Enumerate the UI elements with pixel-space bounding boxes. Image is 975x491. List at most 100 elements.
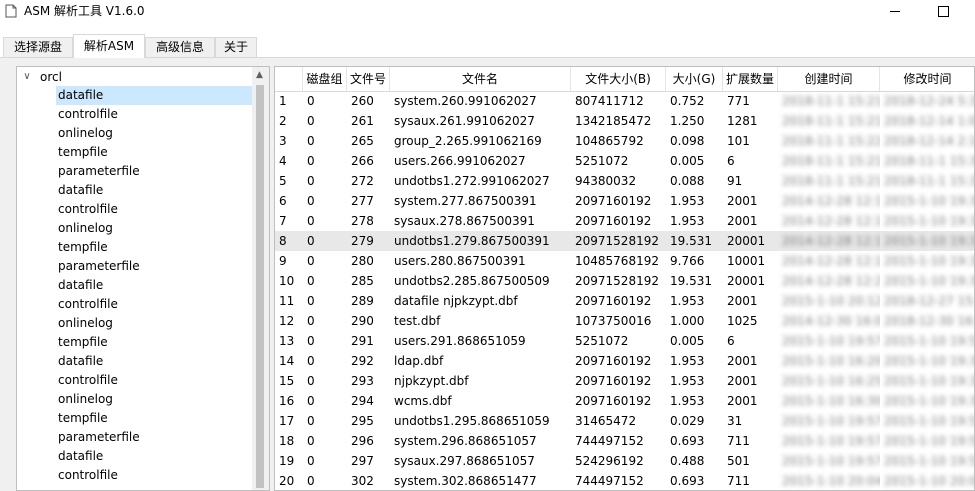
tree-item-datafile[interactable]: datafile <box>56 447 252 466</box>
tree-scrollbar[interactable]: ▲ <box>252 67 269 490</box>
row-number: 13 <box>279 334 295 348</box>
table-row[interactable]: 19 0 297 sysaux.297.868651057 524296192 0.488… <box>275 451 974 471</box>
cell-size-gb: 0.752 <box>670 94 705 108</box>
tree-item-datafile[interactable]: datafile <box>56 86 252 105</box>
cell-disk-group: 0 <box>307 474 315 488</box>
table-row[interactable]: 3 0 265 group_2.265.991062169 104865792 0.098… <box>275 131 974 151</box>
tree-item-controlfile[interactable]: controlfile <box>56 295 252 314</box>
column-header-file-size-bytes[interactable]: 文件大小(B) <box>571 67 666 91</box>
cell-size-gb: 0.488 <box>670 454 705 468</box>
tab-parse-asm[interactable]: 解析ASM <box>73 34 145 58</box>
tree-root-node[interactable]: ∨ orcl <box>20 68 62 86</box>
cell-file-name: sysaux.261.991062027 <box>394 114 535 128</box>
cell-file-size-bytes: 31465472 <box>575 414 637 428</box>
tree-item-datafile[interactable]: datafile <box>56 181 252 200</box>
asm-file-table[interactable]: 磁盘组 文件号 文件名 文件大小(B) 大小(G) 扩展数量 创建时间 修改时间 1 0 260 s… <box>274 66 975 491</box>
cell-file-size-bytes: 807411712 <box>575 94 644 108</box>
cell-file-size-bytes: 20971528192 <box>575 274 659 288</box>
column-header-extent-count[interactable]: 扩展数量 <box>723 67 778 91</box>
cell-file-number: 294 <box>351 394 374 408</box>
maximize-button[interactable] <box>920 0 966 22</box>
cell-created-time: 2015-1-10 20:04:37 <box>782 474 880 488</box>
tab-advanced-info[interactable]: 高级信息 <box>145 37 215 57</box>
tree-item-tempfile[interactable]: tempfile <box>56 143 252 162</box>
table-row[interactable]: 2 0 261 sysaux.261.991062027 1342185472 1.250… <box>275 111 974 131</box>
title-bar: ASM 解析工具 V1.6.0 <box>0 0 975 22</box>
row-number: 2 <box>279 114 287 128</box>
column-header-file-name[interactable]: 文件名 <box>390 67 571 91</box>
table-row[interactable]: 10 0 285 undotbs2.285.867500509 20971528192 1… <box>275 271 974 291</box>
table-row[interactable]: 4 0 266 users.266.991062027 5251072 0.005 6 201… <box>275 151 975 171</box>
tree-item-controlfile[interactable]: controlfile <box>56 200 252 219</box>
cell-extent-count: 1025 <box>727 314 758 328</box>
cell-file-number: 260 <box>351 94 374 108</box>
tree-item-tempfile[interactable]: tempfile <box>56 238 252 257</box>
table-row[interactable]: 5 0 272 undotbs1.272.991062027 94380032 0.088… <box>275 171 974 191</box>
cell-extent-count: 501 <box>727 454 750 468</box>
table-row[interactable]: 12 0 290 test.dbf 1073750016 1.000 1025 2014-12… <box>275 311 974 331</box>
table-row[interactable]: 6 0 277 system.277.867500391 2097160192 1.953… <box>275 191 974 211</box>
column-header-size-gb[interactable]: 大小(G) <box>666 67 723 91</box>
tree-item-controlfile[interactable]: controlfile <box>56 466 252 485</box>
row-number: 8 <box>279 234 287 248</box>
cell-size-gb: 19.531 <box>670 274 712 288</box>
table-row[interactable]: 18 0 296 system.296.868651057 744497152 0.693… <box>275 431 974 451</box>
table-row[interactable]: 20 0 302 system.302.868651477 744497152 0.693… <box>275 471 974 490</box>
cell-created-time: 2014-12-28 12:19:51 <box>782 254 880 268</box>
cell-modified-time: 2015-1-10 19:30:12 <box>884 354 975 368</box>
cell-file-name: undotbs1.295.868651059 <box>394 414 550 428</box>
column-header-modified-time[interactable]: 修改时间 <box>880 67 974 91</box>
column-header-created-time[interactable]: 创建时间 <box>778 67 880 91</box>
cell-file-size-bytes: 2097160192 <box>575 194 652 208</box>
table-row[interactable]: 13 0 291 users.291.868651059 5251072 0.005 6 20… <box>275 331 974 351</box>
tree-item-onlinelog[interactable]: onlinelog <box>56 390 252 409</box>
table-row[interactable]: 8 0 279 undotbs1.279.867500391 20971528192 19… <box>275 231 974 251</box>
chevron-down-icon[interactable]: ∨ <box>20 68 34 86</box>
cell-modified-time: 2015-1-10 19:30:12 <box>884 254 975 268</box>
table-row[interactable]: 16 0 294 wcms.dbf 2097160192 1.953 2001 2015-1-… <box>275 391 974 411</box>
tree-item-parameterfile[interactable]: parameterfile <box>56 257 252 276</box>
window-title: ASM 解析工具 V1.6.0 <box>24 4 145 18</box>
minimize-button[interactable] <box>872 0 918 22</box>
cell-modified-time: 2018-12-24 5:30:01 <box>884 94 975 108</box>
tree-item-onlinelog[interactable]: onlinelog <box>56 314 252 333</box>
asm-tree-view[interactable]: ∨ orcl datafile controlfile onlinelog tempf… <box>16 66 270 491</box>
column-header-file-number[interactable]: 文件号 <box>347 67 390 91</box>
tree-item-controlfile[interactable]: controlfile <box>56 105 252 124</box>
cell-extent-count: 6 <box>727 334 735 348</box>
table-row[interactable]: 15 0 293 njpkzypt.dbf 2097160192 1.953 2001 201… <box>275 371 974 391</box>
cell-file-name: wcms.dbf <box>394 394 452 408</box>
table-row[interactable]: 9 0 280 users.280.867500391 10485768192 9.766… <box>275 251 975 271</box>
cell-created-time: 2015-1-10 19:57:37 <box>782 434 880 448</box>
column-header-disk-group[interactable]: 磁盘组 <box>303 67 347 91</box>
table-row[interactable]: 14 0 292 ldap.dbf 2097160192 1.953 2001 2015-1-… <box>275 351 975 371</box>
table-row[interactable]: 11 0 289 datafile njpkzypt.dbf 2097160192 1.9… <box>275 291 974 311</box>
tree-item-datafile[interactable]: datafile <box>56 276 252 295</box>
cell-created-time: 2014-12-28 12:19:51 <box>782 214 880 228</box>
cell-disk-group: 0 <box>307 454 315 468</box>
cell-extent-count: 2001 <box>727 354 758 368</box>
cell-modified-time: 2018-11-1 15:30:00 <box>884 154 975 168</box>
cell-file-number: 291 <box>351 334 374 348</box>
tree-item-controlfile[interactable]: controlfile <box>56 371 252 390</box>
scroll-up-arrow-icon[interactable]: ▲ <box>256 70 263 80</box>
scrollbar-thumb[interactable] <box>256 85 264 488</box>
tree-item-onlinelog[interactable]: onlinelog <box>56 124 252 143</box>
cell-size-gb: 0.029 <box>670 414 705 428</box>
tree-item-datafile[interactable]: datafile <box>56 352 252 371</box>
tab-select-source-disk[interactable]: 选择源盘 <box>3 37 73 57</box>
cell-modified-time: 2018-12-30 16:09:11 <box>884 314 974 328</box>
cell-file-name: njpkzypt.dbf <box>394 374 469 388</box>
tree-item-tempfile[interactable]: tempfile <box>56 409 252 428</box>
tree-item-tempfile[interactable]: tempfile <box>56 333 252 352</box>
tab-about[interactable]: 关于 <box>215 37 257 57</box>
cell-size-gb: 1.953 <box>670 374 705 388</box>
tree-item-parameterfile[interactable]: parameterfile <box>56 428 252 447</box>
cell-file-number: 279 <box>351 234 374 248</box>
tree-item-parameterfile[interactable]: parameterfile <box>56 162 252 181</box>
table-row[interactable]: 7 0 278 sysaux.278.867500391 2097160192 1.953… <box>275 211 974 231</box>
row-number: 15 <box>279 374 295 388</box>
tree-item-onlinelog[interactable]: onlinelog <box>56 219 252 238</box>
table-row[interactable]: 1 0 260 system.260.991062027 807411712 0.752 7… <box>275 91 975 111</box>
table-row[interactable]: 17 0 295 undotbs1.295.868651059 31465472 0.02… <box>275 411 974 431</box>
